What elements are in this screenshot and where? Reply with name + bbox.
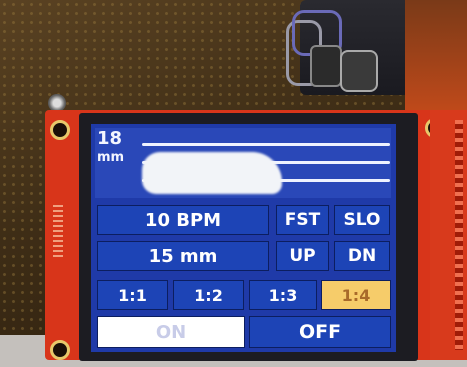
- ratio-button-1-3[interactable]: 1:3: [249, 280, 317, 310]
- fast-button[interactable]: FST: [276, 205, 329, 235]
- screen-glare: [142, 152, 282, 194]
- capacitor: [340, 50, 378, 92]
- mounting-hole: [50, 340, 70, 360]
- side-pcb: [405, 0, 467, 115]
- depth-value: 18: [97, 128, 123, 149]
- mounting-hole: [50, 120, 70, 140]
- level-line: [142, 143, 390, 146]
- off-button[interactable]: OFF: [249, 316, 391, 348]
- ratio-button-1-2[interactable]: 1:2: [173, 280, 244, 310]
- volume-button[interactable]: 15 mm: [97, 241, 269, 271]
- capacitor: [310, 45, 342, 87]
- depth-unit: mm: [97, 150, 125, 165]
- down-button[interactable]: DN: [334, 241, 390, 271]
- slow-button[interactable]: SLO: [334, 205, 390, 235]
- ratio-button-1-4[interactable]: 1:4: [321, 280, 391, 310]
- board-silkscreen: [53, 205, 63, 260]
- ratio-button-1-1[interactable]: 1:1: [97, 280, 168, 310]
- rate-button[interactable]: 10 BPM: [97, 205, 269, 235]
- up-button[interactable]: UP: [276, 241, 329, 271]
- header-pins: [455, 120, 463, 350]
- on-button[interactable]: ON: [97, 316, 245, 348]
